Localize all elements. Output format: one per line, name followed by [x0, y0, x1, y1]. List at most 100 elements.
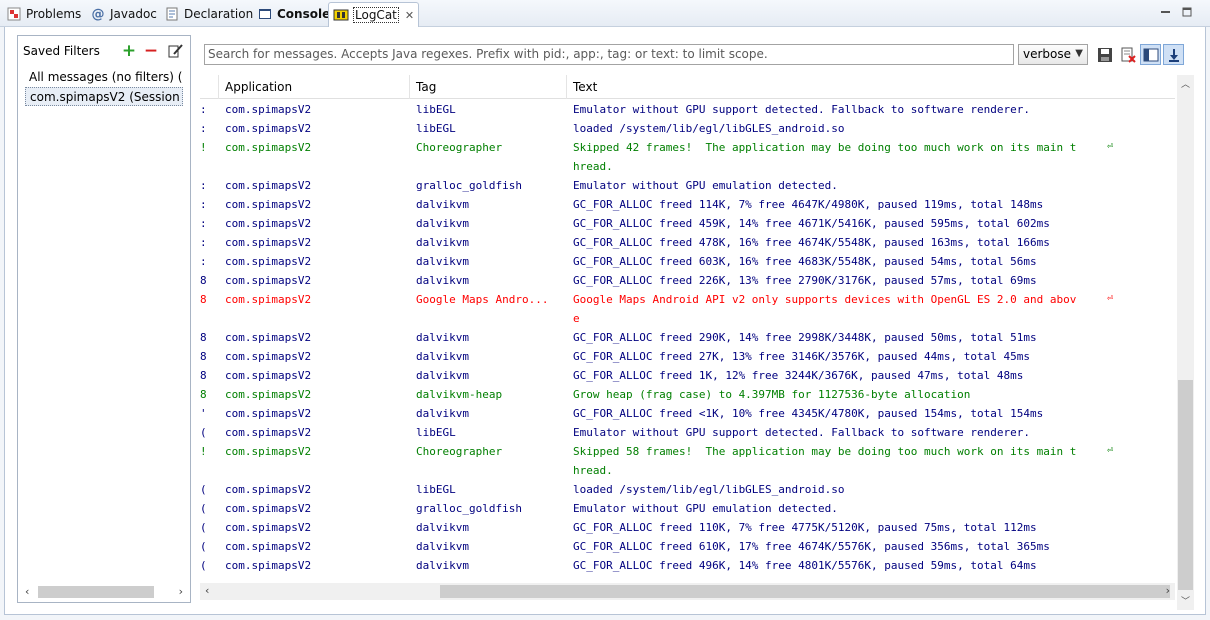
table-row[interactable]: (com.spimapsV2 gralloc_goldfish Emulator w…	[200, 499, 1175, 518]
application-cell: com.spimapsV2	[225, 426, 312, 439]
level-marker: :	[200, 255, 206, 268]
tag-cell: dalvikvm	[416, 369, 469, 382]
chevron-down-icon: ▼	[1075, 48, 1083, 59]
table-row[interactable]: 8 com.spimapsV2 dalvikvm GC_FOR_ALLOC freed…	[200, 366, 1175, 385]
scroll-lock-button[interactable]	[1163, 44, 1184, 65]
filter-item-all-messages[interactable]: All messages (no filters) (4952	[25, 68, 183, 87]
table-row[interactable]: (com.spimapsV2 dalvikvm GC_FOR_ALLOC freed…	[200, 537, 1175, 556]
scroll-down-icon[interactable]: ﹀	[1177, 594, 1194, 608]
tab-declaration[interactable]: Declaration	[164, 2, 253, 26]
close-tab-icon[interactable]: ✕	[405, 9, 414, 22]
table-row[interactable]: : com.spimapsV2 gralloc_goldfish Emulator w…	[200, 176, 1175, 195]
tag-cell: libEGL	[416, 103, 456, 116]
text-cell: GC_FOR_ALLOC freed 478K, 16% free 4674K/…	[573, 236, 1050, 249]
level-marker: 8	[200, 388, 206, 401]
table-row[interactable]: 8 com.spimapsV2 dalvikvm GC_FOR_ALLOC freed…	[200, 271, 1175, 290]
minimize-icon[interactable]	[1160, 6, 1171, 17]
tab-label: LogCat	[353, 7, 399, 23]
line-wrap-icon: ⏎	[1107, 293, 1114, 304]
scroll-left-icon[interactable]: ‹	[25, 585, 29, 598]
level-marker: (	[200, 483, 206, 496]
scrollbar-thumb[interactable]	[1178, 380, 1193, 590]
log-table: Application Tag Text : com.spimapsV2 libEG…	[200, 75, 1175, 587]
text-cell: Emulator without GPU emulation detected.	[573, 179, 838, 192]
problems-icon	[6, 6, 22, 22]
table-row[interactable]: 8 com.spimapsV2 dalvikvm-heap Grow heap (fr…	[200, 385, 1175, 404]
remove-filter-icon[interactable]: −	[142, 41, 160, 61]
column-header-application[interactable]: Application	[219, 75, 410, 99]
filters-horizontal-scrollbar[interactable]: ‹ ›	[22, 585, 186, 599]
table-row[interactable]: : com.spimapsV2 dalvikvm GC_FOR_ALLOC freed…	[200, 195, 1175, 214]
table-row[interactable]: ! com.spimapsV2 Choreographer Skipped 42 fr…	[200, 138, 1175, 176]
text-cell: GC_FOR_ALLOC freed 496K, 14% free 4801K/…	[573, 559, 1037, 572]
text-cell: GC_FOR_ALLOC freed 603K, 16% free 4683K/…	[573, 255, 1037, 268]
table-row[interactable]: : com.spimapsV2 libEGL loaded /system/lib/e…	[200, 119, 1175, 138]
table-row[interactable]: : com.spimapsV2 dalvikvm GC_FOR_ALLOC freed…	[200, 252, 1175, 271]
scroll-right-icon[interactable]: ›	[179, 585, 183, 598]
level-marker: (	[200, 540, 206, 553]
application-cell: com.spimapsV2	[225, 350, 312, 363]
filter-item-session[interactable]: com.spimapsV2 (Session Filte	[25, 87, 183, 106]
log-rows: : com.spimapsV2 libEGL Emulator without GPU…	[200, 100, 1175, 575]
maximize-icon[interactable]	[1182, 6, 1193, 17]
scroll-right-icon[interactable]: ›	[1166, 584, 1170, 597]
level-marker: 8	[200, 293, 206, 306]
edit-filter-icon[interactable]	[166, 42, 184, 60]
tag-cell: Choreographer	[416, 141, 503, 154]
application-cell: com.spimapsV2	[225, 331, 312, 344]
save-log-button[interactable]	[1094, 44, 1115, 65]
level-marker: (	[200, 521, 206, 534]
tab-console[interactable]: Console	[257, 2, 330, 26]
text-cell: GC_FOR_ALLOC freed 110K, 7% free 4775K/5…	[573, 521, 1037, 534]
text-cell: Google Maps Android API v2 only supports…	[573, 290, 1133, 328]
table-row[interactable]: (com.spimapsV2 dalvikvm GC_FOR_ALLOC freed…	[200, 518, 1175, 537]
table-row[interactable]: (com.spimapsV2 dalvikvm GC_FOR_ALLOC freed…	[200, 556, 1175, 575]
tag-cell: dalvikvm	[416, 331, 469, 344]
log-vertical-scrollbar[interactable]: ︿ ﹀	[1177, 75, 1194, 610]
table-row[interactable]: : com.spimapsV2 dalvikvm GC_FOR_ALLOC freed…	[200, 214, 1175, 233]
clear-log-icon	[1121, 47, 1136, 63]
column-header-text[interactable]: Text	[567, 75, 1175, 99]
table-row[interactable]: : com.spimapsV2 dalvikvm GC_FOR_ALLOC freed…	[200, 233, 1175, 252]
scroll-left-icon[interactable]: ‹	[205, 584, 209, 597]
table-row[interactable]: 8 com.spimapsV2 Google Maps Andro... Google…	[200, 290, 1175, 328]
tab-problems[interactable]: Problems	[6, 2, 81, 26]
table-row[interactable]: (com.spimapsV2 libEGL loaded /system/lib/e…	[200, 480, 1175, 499]
table-row[interactable]: 8 com.spimapsV2 dalvikvm GC_FOR_ALLOC freed…	[200, 328, 1175, 347]
tag-cell: dalvikvm	[416, 350, 469, 363]
tag-cell: libEGL	[416, 483, 456, 496]
tag-cell: dalvikvm	[416, 236, 469, 249]
table-row[interactable]: (com.spimapsV2 libEGL Emulator without GPU…	[200, 423, 1175, 442]
table-row[interactable]: : com.spimapsV2 libEGL Emulator without GPU…	[200, 100, 1175, 119]
log-level-select[interactable]: verbose ▼	[1018, 44, 1088, 65]
tab-label: Problems	[26, 7, 82, 21]
line-wrap-icon: ⏎	[1107, 141, 1114, 152]
application-cell: com.spimapsV2	[225, 388, 312, 401]
application-cell: com.spimapsV2	[225, 274, 312, 287]
application-cell: com.spimapsV2	[225, 141, 312, 154]
text-cell: GC_FOR_ALLOC freed 114K, 7% free 4647K/4…	[573, 198, 1044, 211]
level-marker: (	[200, 559, 206, 572]
scrollbar-thumb[interactable]	[38, 586, 154, 598]
table-row[interactable]: 8 com.spimapsV2 dalvikvm GC_FOR_ALLOC freed…	[200, 347, 1175, 366]
log-horizontal-scrollbar[interactable]: ‹ ›	[200, 583, 1175, 600]
tag-cell: dalvikvm	[416, 274, 469, 287]
search-input[interactable]: Search for messages. Accepts Java regexe…	[204, 44, 1014, 65]
tab-logcat[interactable]: LogCat ✕	[328, 2, 420, 27]
application-cell: com.spimapsV2	[225, 369, 312, 382]
table-row[interactable]: ' com.spimapsV2 dalvikvm GC_FOR_ALLOC freed…	[200, 404, 1175, 423]
level-marker: !	[200, 445, 206, 458]
clear-log-button[interactable]	[1117, 44, 1138, 65]
line-wrap-icon: ⏎	[1107, 445, 1114, 456]
toggle-filters-button[interactable]	[1140, 44, 1161, 65]
column-header-tag[interactable]: Tag	[410, 75, 567, 99]
scrollbar-thumb[interactable]	[440, 585, 1170, 598]
column-header-level[interactable]	[200, 75, 219, 99]
table-row[interactable]: ! com.spimapsV2 Choreographer Skipped 58 fr…	[200, 442, 1175, 480]
add-filter-icon[interactable]: +	[120, 41, 138, 61]
tab-javadoc[interactable]: @ Javadoc	[90, 2, 157, 26]
text-cell: loaded /system/lib/egl/libGLES_android.s…	[573, 483, 845, 496]
tab-label: Console	[277, 7, 331, 21]
tag-cell: gralloc_goldfish	[416, 179, 522, 192]
scroll-up-icon[interactable]: ︿	[1177, 77, 1194, 91]
